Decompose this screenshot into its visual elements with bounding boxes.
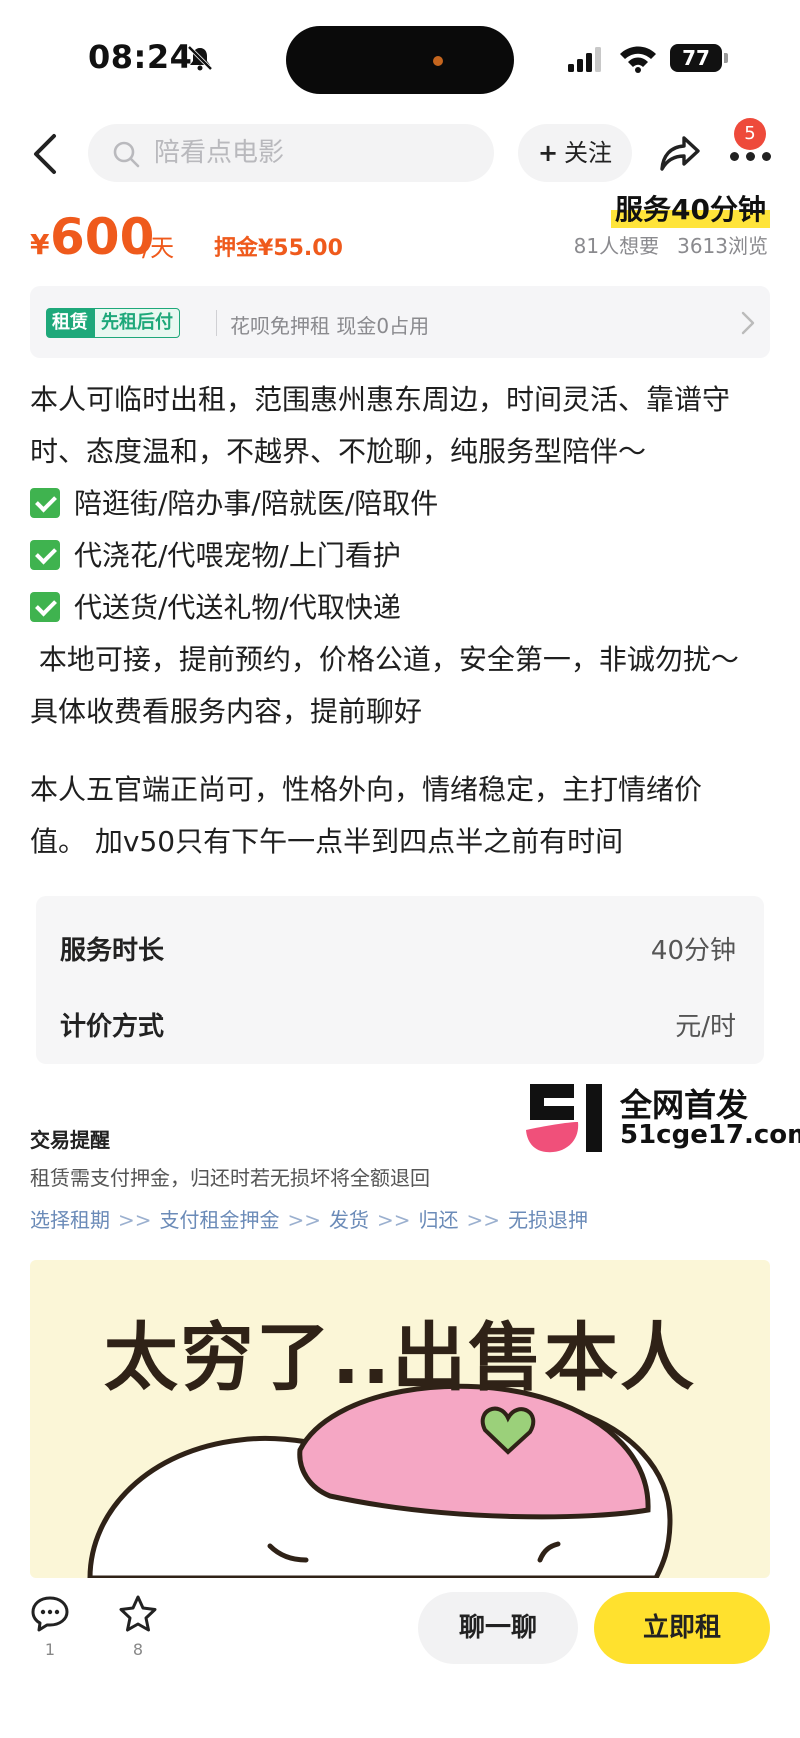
service-info-table: 服务时长 40分钟 计价方式 元/时 — [36, 896, 764, 1064]
watermark: 全网首发 51cge17.com — [512, 1076, 800, 1162]
listing-image[interactable]: 太穷了..出售本人 — [30, 1260, 770, 1578]
rent-first-pay-label: 先租后付 — [94, 308, 180, 338]
description-line: 本人五官端正尚可，性格外向，情绪稳定，主打情绪价 — [30, 773, 703, 806]
watermark-line2: 51cge17.com — [620, 1120, 800, 1150]
comment-button[interactable]: 1 — [22, 1594, 78, 1659]
favorite-count: 8 — [132, 1640, 144, 1659]
listing-image-title: 太穷了..出售本人 — [103, 1315, 697, 1401]
pricing-method-value: 元/时 — [675, 1012, 736, 1042]
pricing-method-label: 计价方式 — [60, 1012, 165, 1042]
camera-dot — [433, 56, 443, 66]
rent-payment-banner[interactable]: 租赁 先租后付 花呗免押租 现金0占用 — [30, 286, 770, 358]
search-input[interactable] — [154, 124, 474, 182]
check-item: 代送货/代送礼物/代取快递 — [30, 582, 774, 634]
view-count: 3613浏览 — [677, 234, 768, 258]
back-arrow-icon[interactable] — [28, 132, 64, 176]
check-item: 陪逛街/陪办事/陪就医/陪取件 — [30, 478, 774, 530]
follow-button[interactable]: + 关注 — [518, 124, 632, 182]
duration-value: 40分钟 — [650, 936, 736, 966]
duration-label: 服务时长 — [60, 936, 165, 966]
rent-now-button[interactable]: 立即租 — [594, 1592, 770, 1664]
trade-step: 发货 — [329, 1208, 370, 1232]
comment-count: 1 — [44, 1640, 56, 1659]
comment-icon — [31, 1596, 69, 1632]
divider — [216, 310, 217, 336]
rent-logo-label: 租赁 — [46, 308, 94, 338]
price-unit: /天 — [142, 234, 175, 262]
checkmark-icon — [30, 540, 60, 570]
trade-steps: 选择租期 >> 支付租金押金 >> 发货 >> 归还 >> 无损退押 — [30, 1208, 589, 1232]
trade-step: 无损退押 — [508, 1208, 589, 1232]
bell-muted-icon — [187, 45, 213, 71]
checkmark-icon — [30, 592, 60, 622]
description-line: 时、态度温和，不越界、不尬聊，纯服务型陪伴～ — [30, 435, 647, 468]
more-icon — [730, 150, 772, 164]
status-bar: 08:24 77 — [0, 0, 800, 110]
price-value: 600 — [50, 208, 155, 266]
bottom-action-bar: 1 8 聊一聊 立即租 — [0, 1578, 800, 1738]
description-line: 本地可接，提前预约，价格公道，安全第一，非诚勿扰～ — [30, 643, 739, 676]
service-duration-tag: 服务40分钟 — [611, 188, 770, 228]
trade-reminder-title: 交易提醒 — [30, 1128, 110, 1152]
rent-logo: 租赁 先租后付 — [46, 308, 180, 338]
want-count: 81人想要 — [573, 234, 660, 258]
plus-icon: + — [537, 139, 559, 167]
status-time: 08:24 — [88, 38, 193, 76]
trade-step: 支付租金押金 — [159, 1208, 280, 1232]
deposit-amount: 押金¥55.00 — [214, 236, 343, 261]
trade-step: 归还 — [418, 1208, 459, 1232]
checkmark-icon — [30, 488, 60, 518]
trade-step: 选择租期 — [30, 1208, 110, 1232]
chat-button[interactable]: 聊一聊 — [418, 1592, 578, 1664]
trade-reminder-text: 租赁需支付押金，归还时若无损坏将全额退回 — [30, 1166, 430, 1190]
item-stats: 81人想要 3613浏览 — [574, 230, 768, 259]
price-currency: ¥ — [30, 228, 50, 261]
battery-indicator: 77 — [670, 44, 728, 72]
wifi-icon — [620, 46, 656, 73]
chevron-right-icon — [741, 311, 755, 335]
star-icon — [119, 1595, 157, 1632]
search-box[interactable] — [88, 124, 494, 182]
favorite-button[interactable]: 8 — [110, 1594, 166, 1659]
description-line: 本人可临时出租，范围惠州惠东周边，时间灵活、靠谱守 — [30, 383, 731, 416]
notification-badge: 5 — [734, 118, 766, 150]
cellular-signal-icon — [568, 47, 601, 72]
search-icon — [113, 141, 140, 168]
item-description: 本人可临时出租，范围惠州惠东周边，时间灵活、靠谱守 时、态度温和，不越界、不尬聊… — [30, 374, 774, 868]
description-line: 值。 加v50只有下午一点半到四点半之前有时间 — [30, 825, 624, 858]
share-icon[interactable] — [658, 132, 702, 174]
dynamic-island — [286, 26, 514, 94]
more-menu-button[interactable]: 5 — [726, 118, 786, 178]
rent-banner-text: 花呗免押租 现金0占用 — [230, 314, 430, 338]
check-item: 代浇花/代喂宠物/上门看护 — [30, 530, 774, 582]
description-line: 具体收费看服务内容，提前聊好 — [30, 695, 423, 728]
site-logo — [526, 1084, 602, 1153]
follow-label: 关注 — [564, 139, 613, 167]
